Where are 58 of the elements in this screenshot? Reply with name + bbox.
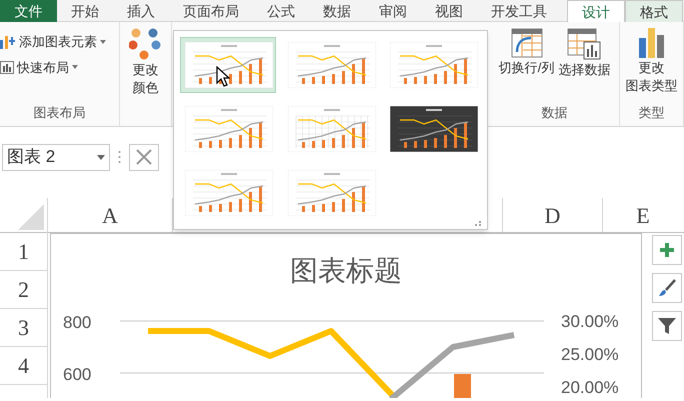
add-element-button[interactable]: [652, 235, 682, 265]
bar-chart-icon: [0, 60, 14, 74]
column-header[interactable]: D: [544, 198, 560, 232]
dropdown-caret-icon: [100, 40, 106, 44]
ribbon-group-label: 数据: [540, 104, 568, 122]
dropdown-caret-icon: [72, 65, 78, 70]
axis-label: 25.00%: [561, 344, 619, 366]
ribbon-tab[interactable]: 审阅: [365, 0, 421, 22]
ribbon-group-label: 图表布局: [32, 104, 86, 122]
ribbon-command[interactable]: 快速布局: [0, 58, 119, 77]
ribbon-tab[interactable]: 公式: [253, 0, 309, 22]
filter-icon: [658, 318, 676, 334]
row-header[interactable]: 4: [0, 347, 47, 385]
row-header[interactable]: 1: [0, 233, 47, 271]
ribbon-tab[interactable]: 插入: [113, 0, 169, 22]
ribbon-command[interactable]: 更改 颜色: [128, 28, 162, 96]
ribbon-command[interactable]: 切换行/列: [498, 28, 554, 78]
plus-icon: [660, 243, 674, 257]
ribbon-command[interactable]: 更改 图表类型: [626, 28, 678, 94]
ribbon-tab[interactable]: 文件: [0, 0, 57, 22]
chart-title[interactable]: 图表标题: [51, 250, 641, 292]
chart-area[interactable]: 图表标题 800 600 30.00% 25.00% 20.00%: [50, 233, 642, 398]
axis-label: 800: [63, 312, 92, 334]
ribbon-tab[interactable]: 设计: [567, 0, 625, 22]
line-series[interactable]: [148, 328, 398, 398]
column-header[interactable]: A: [102, 198, 118, 232]
chart-style-thumbnail[interactable]: [180, 37, 276, 93]
column-header[interactable]: E: [636, 198, 650, 232]
column-chart-icon: [638, 28, 666, 58]
chart-filter-button[interactable]: [652, 311, 682, 341]
grip-dots-icon: [118, 150, 121, 164]
cancel-button[interactable]: [129, 144, 159, 170]
ribbon-tab[interactable]: 格式: [625, 0, 683, 22]
chart-add-icon: [0, 34, 16, 49]
ribbon-command[interactable]: 选择数据: [558, 28, 610, 78]
ribbon-group-label: 类型: [638, 104, 666, 122]
ribbon-tab[interactable]: 视图: [421, 0, 477, 22]
ribbon-tab[interactable]: 页面布局: [169, 0, 253, 22]
close-icon: [136, 149, 152, 165]
ribbon-tab[interactable]: 开发工具: [477, 0, 561, 22]
row-header[interactable]: 3: [0, 309, 47, 347]
ribbon-command[interactable]: 添加图表元素: [0, 32, 119, 52]
table-chart-icon: [567, 28, 602, 60]
line-series[interactable]: [389, 332, 515, 398]
dropdown-caret-icon: [97, 154, 105, 160]
resize-grip-icon: [475, 221, 482, 227]
swap-table-icon: [510, 28, 542, 58]
name-box[interactable]: 图表 2: [2, 144, 110, 170]
row-header[interactable]: 2: [0, 271, 47, 309]
mouse-pointer-icon: [216, 66, 230, 87]
ribbon-tab[interactable]: 数据: [309, 0, 365, 22]
brush-icon: [658, 279, 676, 297]
axis-label: 30.00%: [561, 311, 619, 333]
color-dots-icon: [128, 28, 162, 60]
ribbon-tab[interactable]: 开始: [57, 0, 113, 22]
chart-styles-button[interactable]: [652, 273, 682, 303]
axis-label: 600: [63, 364, 92, 386]
axis-label: 20.00%: [561, 377, 619, 398]
